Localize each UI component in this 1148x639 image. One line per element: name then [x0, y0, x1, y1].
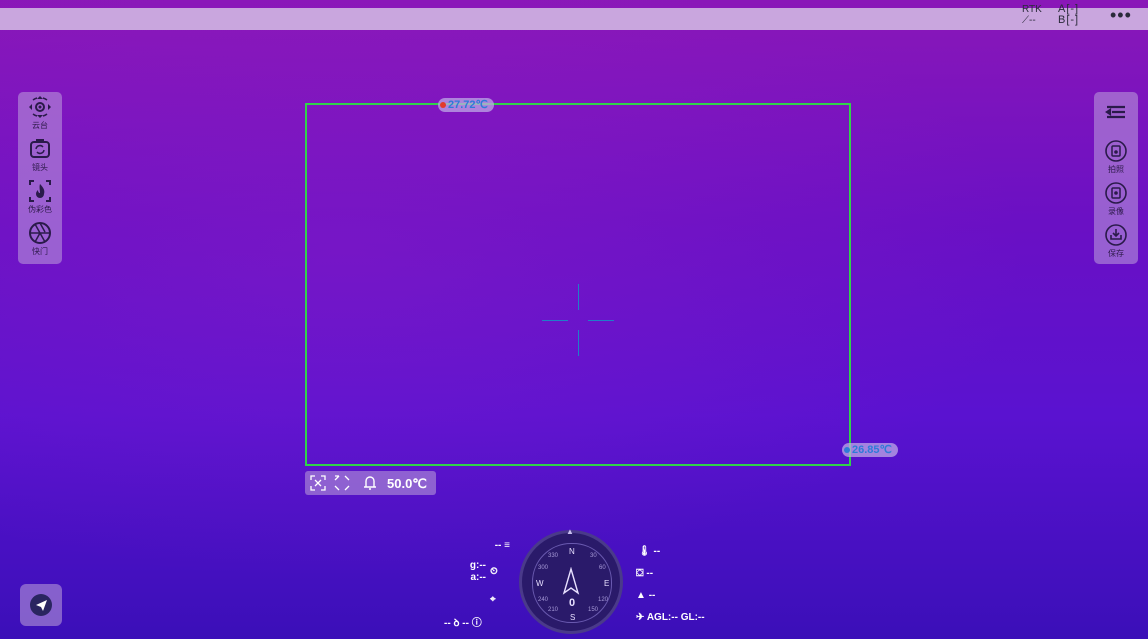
compass-t150: 150 — [588, 607, 599, 613]
satellite-icon: ⟋ — [1022, 15, 1029, 26]
bell-icon[interactable] — [361, 474, 379, 492]
a-speed: a:-- — [470, 572, 486, 583]
paper-plane-icon — [30, 594, 52, 616]
area-select-icon[interactable] — [309, 474, 327, 492]
telemetry-height: ⛋ -- — [636, 568, 653, 580]
crosshair-icon — [542, 284, 614, 356]
photo-icon — [1103, 138, 1129, 164]
gimbal-button[interactable]: 云台 — [18, 94, 62, 130]
area-toolbar: 50.0℃ — [305, 471, 436, 495]
compass-w: W — [536, 579, 544, 588]
rtk-status: RTK ⟋-- — [1022, 4, 1042, 26]
record-button[interactable]: 录像 — [1094, 180, 1138, 216]
lens-button[interactable]: 镜头 — [18, 136, 62, 172]
compass-t210: 210 — [548, 607, 559, 613]
shutter-label: 快门 — [32, 247, 48, 256]
rtk-label: RTK — [1022, 4, 1042, 15]
telemetry-bottom-left: -- ꝺ -- ⓘ — [444, 618, 482, 630]
max-temp-value: 27.72℃ — [448, 99, 488, 111]
photo-button[interactable]: 拍照 — [1094, 138, 1138, 174]
menu-list-icon — [1103, 100, 1129, 126]
compass-t30: 30 — [590, 553, 597, 559]
gimbal-label: 云台 — [32, 121, 48, 130]
info-icon: ⓘ — [471, 618, 482, 629]
wind-value: -- — [444, 618, 451, 629]
temp-value: -- — [653, 546, 661, 557]
compass-t300: 300 — [538, 565, 549, 571]
takeoff-icon: ✈ — [636, 612, 645, 623]
telemetry-temp: 🌡 -- — [638, 546, 660, 558]
fullscreen-icon[interactable] — [333, 474, 351, 492]
menu-list-button[interactable] — [1094, 100, 1138, 126]
compass-t60: 60 — [599, 565, 606, 571]
lens-label: 镜头 — [32, 163, 48, 172]
left-tool-panel: 云台 镜头 伪彩色 快门 — [18, 92, 62, 264]
top-status-bar: RTK ⟋-- A[-] B[-] ••• — [0, 4, 1148, 30]
height-value: -- — [646, 568, 654, 579]
pseudo-color-icon — [27, 178, 53, 204]
terrain-icon: ▲ — [636, 590, 646, 601]
compass-e: E — [604, 579, 610, 588]
min-temp-tag: 26.85℃ — [842, 443, 898, 457]
save-icon — [1103, 222, 1129, 248]
max-temp-tag: 27.72℃ — [438, 98, 494, 112]
pseudo-color-button[interactable]: 伪彩色 — [18, 178, 62, 214]
more-menu-icon[interactable]: ••• — [1110, 6, 1132, 24]
hot-spot-icon — [440, 102, 446, 108]
compass: N S E W 30 60 120 150 210 240 300 330 0 — [519, 530, 623, 634]
gimbal-icon — [27, 94, 53, 120]
send-button[interactable] — [20, 584, 62, 626]
compass-n: N — [569, 547, 575, 556]
record-label: 录像 — [1108, 207, 1124, 216]
ab-point-b: B[-] — [1058, 14, 1080, 26]
record-icon — [1103, 180, 1129, 206]
compass-t120: 120 — [598, 597, 609, 603]
telemetry-top-left: -- ≡ — [470, 540, 510, 552]
shutter-icon — [27, 220, 53, 246]
home-distance-icon: ⌖ — [490, 594, 496, 605]
telemetry-agl: ✈ AGL:-- GL:-- — [636, 612, 705, 624]
thermometer-icon: 🌡 — [638, 546, 651, 557]
gl-value: GL:-- — [680, 612, 705, 623]
compass-t240: 240 — [538, 597, 549, 603]
agl-value: AGL:-- — [646, 612, 678, 623]
distance-icon: ≡ — [504, 540, 510, 551]
photo-label: 拍照 — [1108, 165, 1124, 174]
terrain-value: -- — [648, 590, 656, 601]
vertical-speed-value: -- — [462, 618, 469, 629]
distance-value: -- — [494, 540, 502, 551]
wind-icon: ꝺ — [453, 618, 460, 629]
g-speed: g:-- — [469, 560, 486, 571]
rtk-value: -- — [1029, 15, 1036, 26]
telemetry-terrain: ▲ -- — [636, 590, 655, 602]
alarm-temp-value[interactable]: 50.0℃ — [387, 476, 427, 492]
lens-switch-icon — [27, 136, 53, 162]
cold-spot-icon — [844, 447, 850, 453]
save-button[interactable]: 保存 — [1094, 222, 1138, 258]
aircraft-arrow-icon — [562, 567, 580, 595]
shutter-button[interactable]: 快门 — [18, 220, 62, 256]
heading-value: 0 — [569, 597, 576, 609]
pseudo-color-label: 伪彩色 — [28, 205, 52, 214]
right-tool-panel: 拍照 录像 保存 — [1094, 92, 1138, 264]
min-temp-value: 26.85℃ — [852, 444, 892, 456]
speedometer-icon: ⏲ — [490, 566, 498, 577]
compass-t330: 330 — [548, 553, 559, 559]
speed-values: g:-- a:-- — [450, 560, 486, 584]
save-label: 保存 — [1108, 249, 1124, 258]
compass-s: S — [570, 613, 576, 622]
ab-point-status[interactable]: A[-] B[-] — [1058, 4, 1079, 26]
height-icon: ⛋ — [636, 568, 644, 579]
compass-north-marker-icon: ▲ — [566, 527, 574, 536]
